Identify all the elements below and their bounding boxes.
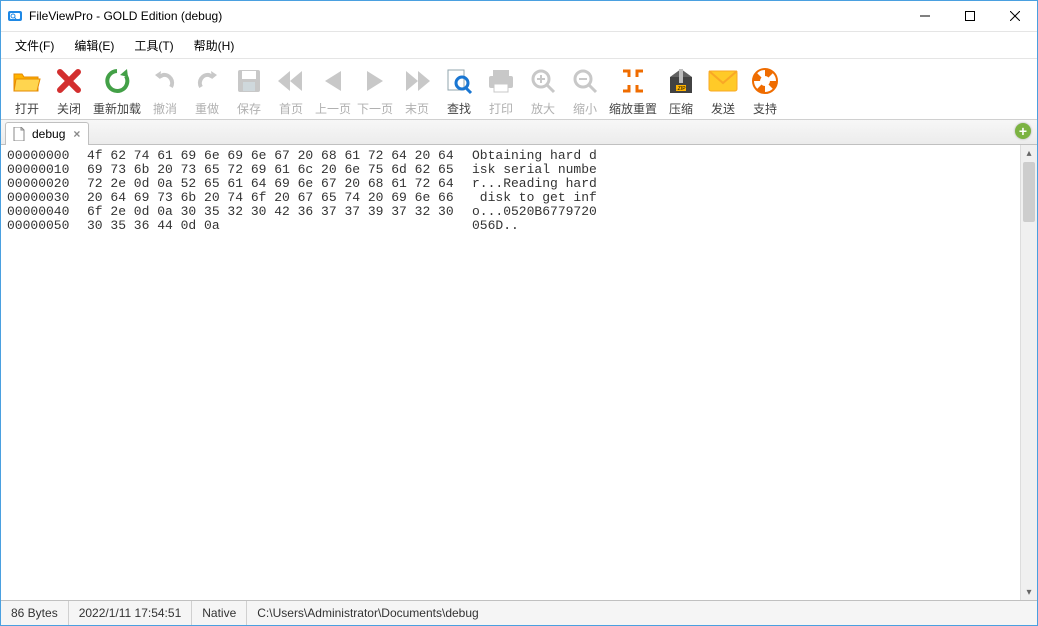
toolbar-label: 放大: [531, 100, 555, 117]
scroll-thumb[interactable]: [1023, 162, 1035, 222]
toolbar-label: 末页: [405, 100, 429, 117]
menu-help[interactable]: 帮助(H): [184, 33, 245, 58]
toolbar-zoomin-button: 放大: [523, 63, 563, 117]
zoomin-icon: [527, 65, 559, 97]
status-size: 86 Bytes: [1, 601, 69, 625]
next-icon: [359, 65, 391, 97]
scroll-down-icon[interactable]: ▾: [1021, 584, 1037, 600]
last-icon: [401, 65, 433, 97]
redo-icon: [191, 65, 223, 97]
toolbar-label: 支持: [753, 100, 777, 117]
statusbar: 86 Bytes 2022/1/11 17:54:51 Native C:\Us…: [1, 601, 1037, 625]
prev-icon: [317, 65, 349, 97]
toolbar-label: 重新加载: [93, 100, 141, 117]
toolbar-zoomreset-button[interactable]: 缩放重置: [607, 63, 659, 117]
new-tab-button[interactable]: +: [1015, 123, 1031, 139]
toolbar-label: 下一页: [357, 100, 393, 117]
titlebar: FileViewPro - GOLD Edition (debug): [1, 1, 1037, 32]
toolbar-save-button: 保存: [229, 63, 269, 117]
first-icon: [275, 65, 307, 97]
toolbar-label: 查找: [447, 100, 471, 117]
toolbar-label: 打印: [489, 100, 513, 117]
toolbar-label: 发送: [711, 100, 735, 117]
toolbar-close-button[interactable]: 关闭: [49, 63, 89, 117]
undo-icon: [149, 65, 181, 97]
zoomreset-icon: [617, 65, 649, 97]
toolbar-label: 撤消: [153, 100, 177, 117]
toolbar-last-button: 末页: [397, 63, 437, 117]
svg-text:.ZIP: .ZIP: [676, 86, 686, 92]
toolbar-next-button: 下一页: [355, 63, 395, 117]
toolbar: 打开关闭重新加载撤消重做保存首页上一页下一页末页查找打印放大缩小缩放重置.ZIP…: [1, 59, 1037, 120]
save-icon: [233, 65, 265, 97]
toolbar-first-button: 首页: [271, 63, 311, 117]
window-title: FileViewPro - GOLD Edition (debug): [29, 9, 222, 23]
status-path: C:\Users\Administrator\Documents\debug: [247, 601, 488, 625]
find-icon: [443, 65, 475, 97]
reload-icon: [101, 65, 133, 97]
hex-row: 000000406f 2e 0d 0a 30 35 32 30 42 36 37…: [7, 205, 1014, 219]
toolbar-prev-button: 上一页: [313, 63, 353, 117]
menu-file[interactable]: 文件(F): [5, 33, 64, 58]
toolbar-label: 重做: [195, 100, 219, 117]
close-icon: [53, 65, 85, 97]
toolbar-label: 关闭: [57, 100, 81, 117]
toolbar-label: 缩小: [573, 100, 597, 117]
toolbar-label: 上一页: [315, 100, 351, 117]
hex-view-container: 000000004f 62 74 61 69 6e 69 6e 67 20 68…: [1, 145, 1037, 601]
menu-tools[interactable]: 工具(T): [124, 33, 183, 58]
tab-close-button[interactable]: ×: [71, 127, 82, 141]
minimize-button[interactable]: [902, 2, 947, 31]
open-icon: [11, 65, 43, 97]
tab-debug[interactable]: debug ×: [5, 122, 89, 145]
print-icon: [485, 65, 517, 97]
toolbar-label: 首页: [279, 100, 303, 117]
toolbar-zoomout-button: 缩小: [565, 63, 605, 117]
toolbar-send-button[interactable]: 发送: [703, 63, 743, 117]
toolbar-redo-button: 重做: [187, 63, 227, 117]
file-icon: [12, 127, 26, 141]
tabstrip: debug × +: [1, 120, 1037, 145]
menubar: 文件(F) 编辑(E) 工具(T) 帮助(H): [1, 32, 1037, 59]
hex-row: 0000002072 2e 0d 0a 52 65 61 64 69 6e 67…: [7, 177, 1014, 191]
toolbar-reload-button[interactable]: 重新加载: [91, 63, 143, 117]
toolbar-label: 压缩: [669, 100, 693, 117]
toolbar-label: 打开: [15, 100, 39, 117]
hex-row: 000000004f 62 74 61 69 6e 69 6e 67 20 68…: [7, 149, 1014, 163]
close-button[interactable]: [992, 2, 1037, 31]
toolbar-find-button[interactable]: 查找: [439, 63, 479, 117]
toolbar-print-button: 打印: [481, 63, 521, 117]
status-mode: Native: [192, 601, 247, 625]
scroll-up-icon[interactable]: ▴: [1021, 145, 1037, 161]
hex-row: 0000003020 64 69 73 6b 20 74 6f 20 67 65…: [7, 191, 1014, 205]
hex-row: 0000005030 35 36 44 0d 0a 056D..: [7, 219, 1014, 233]
toolbar-undo-button: 撤消: [145, 63, 185, 117]
zip-icon: .ZIP: [665, 65, 697, 97]
maximize-button[interactable]: [947, 2, 992, 31]
menu-edit[interactable]: 编辑(E): [64, 33, 124, 58]
toolbar-label: 缩放重置: [609, 100, 657, 117]
toolbar-zip-button[interactable]: .ZIP 压缩: [661, 63, 701, 117]
toolbar-support-button[interactable]: 支持: [745, 63, 785, 117]
toolbar-open-button[interactable]: 打开: [7, 63, 47, 117]
zoomout-icon: [569, 65, 601, 97]
hex-row: 0000001069 73 6b 20 73 65 72 69 61 6c 20…: [7, 163, 1014, 177]
send-icon: [707, 65, 739, 97]
status-time: 2022/1/11 17:54:51: [69, 601, 193, 625]
support-icon: [749, 65, 781, 97]
tab-label: debug: [32, 127, 65, 141]
toolbar-label: 保存: [237, 100, 261, 117]
app-icon: [7, 8, 23, 24]
vertical-scrollbar[interactable]: ▴ ▾: [1020, 145, 1037, 600]
hex-view[interactable]: 000000004f 62 74 61 69 6e 69 6e 67 20 68…: [1, 145, 1020, 600]
